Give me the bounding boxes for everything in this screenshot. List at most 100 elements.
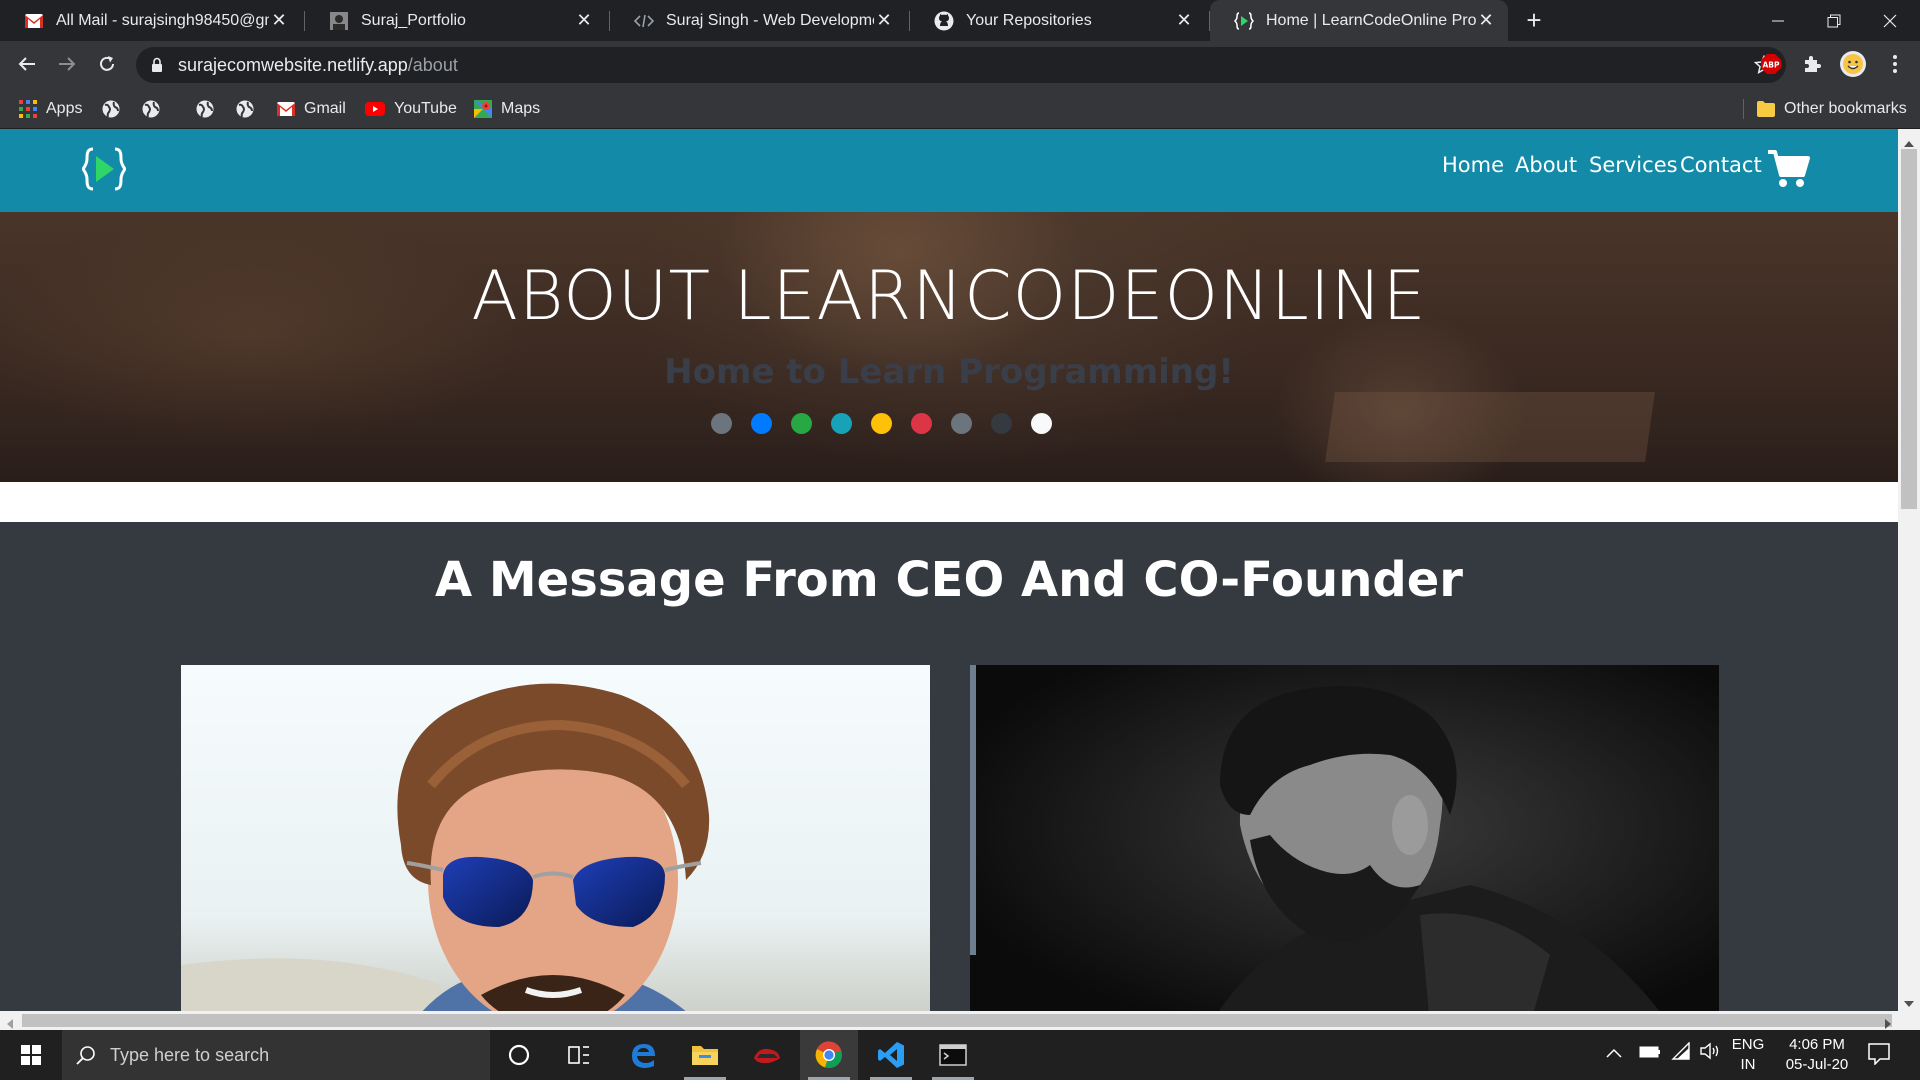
taskbar-search[interactable]: Type here to search xyxy=(62,1030,490,1080)
chevron-up-icon[interactable] xyxy=(1606,1045,1622,1063)
terminal-icon[interactable] xyxy=(924,1030,982,1080)
abp-icon[interactable]: ABP xyxy=(1756,49,1786,79)
search-icon xyxy=(76,1046,95,1065)
nav-contact[interactable]: Contact xyxy=(1680,153,1762,177)
profile-avatar[interactable] xyxy=(1838,49,1868,79)
scroll-thumb[interactable] xyxy=(1901,149,1917,509)
co-founder-photo xyxy=(970,665,1719,1011)
menu-icon[interactable] xyxy=(1880,49,1910,79)
search-placeholder: Type here to search xyxy=(110,1044,270,1065)
close-icon[interactable]: ✕ xyxy=(874,10,894,31)
bookmark-globe-2[interactable] xyxy=(141,88,170,129)
new-tab-button[interactable]: + xyxy=(1519,6,1549,36)
site-logo[interactable] xyxy=(81,145,127,198)
hscroll-thumb[interactable] xyxy=(22,1014,1892,1027)
bookmark-label: Gmail xyxy=(304,99,346,117)
carousel-dot[interactable] xyxy=(791,413,812,434)
wifi-icon[interactable] xyxy=(1671,1041,1691,1065)
youtube-icon xyxy=(365,101,385,116)
lock-icon xyxy=(151,57,163,77)
svg-text:ABP: ABP xyxy=(1762,61,1780,70)
close-icon[interactable]: ✕ xyxy=(574,10,594,31)
other-bookmarks-label: Other bookmarks xyxy=(1784,99,1907,117)
clock-time: 4:06 PM xyxy=(1789,1036,1845,1053)
carousel-dot[interactable] xyxy=(871,413,892,434)
start-button[interactable] xyxy=(2,1030,60,1080)
forward-button[interactable] xyxy=(52,49,82,79)
hero-subtitle: Home to Learn Programming! xyxy=(664,352,1234,392)
bookmark-globe-1[interactable] xyxy=(101,88,130,129)
edge-icon[interactable] xyxy=(614,1030,672,1080)
tab-repositories[interactable]: Your Repositories ✕ xyxy=(910,0,1210,41)
tab-web-development[interactable]: Suraj Singh - Web Development ✕ xyxy=(610,0,910,41)
tab-title: Your Repositories xyxy=(966,11,1092,29)
task-view-icon[interactable] xyxy=(550,1030,608,1080)
close-icon[interactable]: ✕ xyxy=(1476,10,1496,31)
clock[interactable]: 4:06 PM 05-Jul-20 xyxy=(1772,1035,1862,1075)
battery-icon[interactable] xyxy=(1639,1045,1661,1063)
minimize-button[interactable] xyxy=(1750,0,1806,41)
tab-learncodeonline[interactable]: Home | LearnCodeOnline Project ✕ xyxy=(1210,0,1508,41)
github-icon xyxy=(934,11,954,31)
vscode-icon[interactable] xyxy=(862,1030,920,1080)
chrome-icon[interactable] xyxy=(800,1030,858,1080)
bookmark-label: YouTube xyxy=(394,99,457,117)
browser-toolbar: surajecomwebsite.netlify.app/about ABP xyxy=(0,41,1920,88)
back-button[interactable] xyxy=(12,49,42,79)
puzzle-icon[interactable] xyxy=(1797,49,1827,79)
bookmark-globe-4[interactable] xyxy=(235,88,264,129)
url-domain: surajecomwebsite.netlify.app xyxy=(178,55,408,75)
windows-taskbar: Type here to search ENG IN 4:06 PM 05-Ju… xyxy=(0,1030,1920,1080)
bookmark-youtube[interactable]: YouTube xyxy=(365,88,457,129)
nav-about[interactable]: About xyxy=(1515,153,1577,177)
tab-title: All Mail - surajsingh98450@gmail.com xyxy=(56,11,269,29)
tab-gmail[interactable]: All Mail - surajsingh98450@gmail.com ✕ xyxy=(0,0,305,41)
bookmark-gmail[interactable]: Gmail xyxy=(277,88,346,129)
carousel-dot[interactable] xyxy=(911,413,932,434)
url-text: surajecomwebsite.netlify.app/about xyxy=(178,47,458,83)
close-icon[interactable]: ✕ xyxy=(269,10,289,31)
notification-icon[interactable] xyxy=(1868,1043,1890,1070)
ceo-photo xyxy=(181,665,930,1011)
gmail-icon xyxy=(277,101,295,116)
carousel-dot[interactable] xyxy=(991,413,1012,434)
folder-icon xyxy=(1757,100,1775,117)
windows-icon xyxy=(21,1045,41,1065)
game-app-icon[interactable] xyxy=(738,1030,796,1080)
bookmarks-divider xyxy=(1743,99,1744,119)
tab-portfolio[interactable]: Suraj_Portfolio ✕ xyxy=(305,0,610,41)
hero-banner: ABOUT LEARNCODEONLINE Home to Learn Prog… xyxy=(0,212,1898,482)
address-bar[interactable]: surajecomwebsite.netlify.app/about xyxy=(136,47,1786,83)
bookmark-apps[interactable]: Apps xyxy=(19,88,82,129)
cortana-icon[interactable] xyxy=(490,1030,548,1080)
carousel-dot[interactable] xyxy=(751,413,772,434)
language-code: ENG xyxy=(1731,1036,1765,1053)
language-indicator[interactable]: ENG IN xyxy=(1728,1035,1768,1075)
cart-icon[interactable] xyxy=(1768,149,1810,194)
nav-services[interactable]: Services xyxy=(1589,153,1678,177)
carousel-dot[interactable] xyxy=(951,413,972,434)
restore-button[interactable] xyxy=(1806,0,1862,41)
carousel-dot[interactable] xyxy=(831,413,852,434)
tab-title: Suraj_Portfolio xyxy=(361,11,466,29)
bookmark-maps[interactable]: Maps xyxy=(474,88,540,129)
play-brackets-icon xyxy=(81,147,127,191)
nav-home[interactable]: Home xyxy=(1442,153,1504,177)
close-icon[interactable]: ✕ xyxy=(1174,10,1194,31)
close-window-button[interactable] xyxy=(1862,0,1918,41)
bookmark-label: Maps xyxy=(501,99,541,117)
other-bookmarks[interactable]: Other bookmarks xyxy=(1757,88,1907,129)
file-explorer-icon[interactable] xyxy=(676,1030,734,1080)
ceo-message-section: A Message From CEO And CO-Founder xyxy=(0,522,1898,1011)
vertical-scrollbar[interactable] xyxy=(1898,129,1920,1011)
volume-icon[interactable] xyxy=(1700,1042,1722,1065)
scroll-down-icon[interactable] xyxy=(1903,995,1915,1011)
bookmark-globe-3[interactable] xyxy=(195,88,224,129)
section-title: A Message From CEO And CO-Founder xyxy=(435,552,1463,608)
reload-button[interactable] xyxy=(92,49,122,79)
horizontal-scrollbar[interactable] xyxy=(0,1011,1920,1030)
hero-bg-figure xyxy=(600,212,1300,482)
clock-date: 05-Jul-20 xyxy=(1785,1056,1849,1073)
carousel-dot[interactable] xyxy=(1031,413,1052,434)
carousel-dot[interactable] xyxy=(711,413,732,434)
